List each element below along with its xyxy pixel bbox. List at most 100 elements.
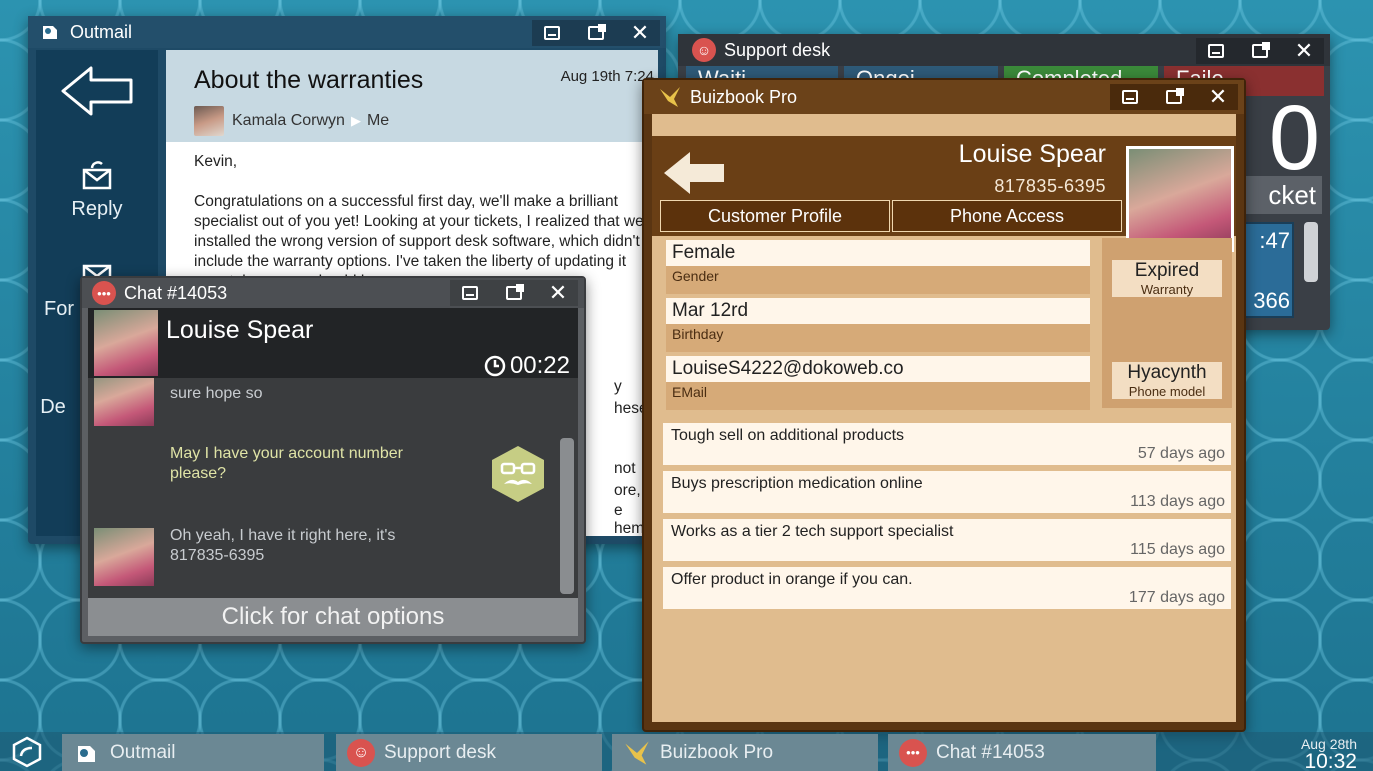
support-desk-icon: ☺ xyxy=(346,738,376,768)
chat-message: sure hope so xyxy=(170,385,263,402)
customer-avatar xyxy=(94,528,154,586)
chat-message: Oh yeah, I have it right here, it's 8178… xyxy=(170,527,396,564)
buizbook-bird-icon xyxy=(622,738,652,768)
support-desk-icon: ☺ xyxy=(692,38,716,62)
tab-phone-access[interactable]: Phone Access xyxy=(892,200,1122,232)
mail-greeting: Kevin, xyxy=(194,153,238,170)
buizbook-content: Louise Spear 817835-6395 Customer Profil… xyxy=(652,114,1236,722)
mail-date: Aug 19th 7:24 xyxy=(560,68,654,85)
birthday-field: Mar 12rd Birthday xyxy=(666,298,1090,352)
taskbar: Outmail ☺ Support desk Buizbook Pro ••• … xyxy=(0,732,1373,771)
close-button[interactable]: ✕ xyxy=(1284,38,1324,64)
support-scrollbar[interactable] xyxy=(1304,222,1318,282)
customer-name: Louise Spear xyxy=(958,140,1106,168)
buizbook-window: Buizbook Pro ✕ Louise Spear 817835-6395 … xyxy=(642,78,1246,732)
maximize-icon xyxy=(588,24,606,40)
chat-title: Chat #14053 xyxy=(124,282,228,303)
birthday-value: Mar 12rd xyxy=(666,298,1090,324)
close-button[interactable]: ✕ xyxy=(620,20,660,46)
chat-timer: 00:22 xyxy=(484,352,570,380)
note-age: 115 days ago xyxy=(1130,541,1225,558)
chat-customer-name: Louise Spear xyxy=(166,316,314,344)
agent-avatar xyxy=(488,444,548,504)
gender-label: Gender xyxy=(666,266,1090,294)
agent-glasses-mustache-icon xyxy=(492,446,544,502)
phone-model-badge: Hyacynth Phone model xyxy=(1112,362,1222,399)
back-button[interactable] xyxy=(36,64,158,124)
gender-field: Female Gender xyxy=(666,240,1090,294)
customer-photo xyxy=(94,310,158,376)
ticket-button[interactable]: cket xyxy=(1236,176,1322,214)
outmail-window-controls: ✕ xyxy=(532,20,660,46)
minimize-icon xyxy=(462,286,478,300)
taskbar-buizbook[interactable]: Buizbook Pro xyxy=(612,734,878,771)
chat-options-button[interactable]: Click for chat options xyxy=(88,598,578,636)
close-button[interactable]: ✕ xyxy=(538,280,578,306)
back-arrow-icon xyxy=(664,152,724,194)
maximize-button[interactable] xyxy=(1240,38,1280,64)
mail-subject: About the warranties xyxy=(194,66,424,94)
arrow-right-icon: ▶ xyxy=(350,113,361,128)
back-button[interactable] xyxy=(662,150,728,201)
mail-text-fragment: not xyxy=(614,460,636,477)
birthday-label: Birthday xyxy=(666,324,1090,352)
ticket-number: 366 xyxy=(1253,288,1290,313)
tab-customer-profile[interactable]: Customer Profile xyxy=(660,200,890,232)
buizbook-titlebar[interactable]: Buizbook Pro ✕ xyxy=(644,80,1244,114)
taskbar-label: Buizbook Pro xyxy=(660,741,774,763)
phone-model-label: Phone model xyxy=(1128,384,1206,399)
support-window-controls: ✕ xyxy=(1196,38,1324,64)
reply-button[interactable]: Reply xyxy=(36,158,158,221)
mail-text-fragment: y xyxy=(614,378,622,395)
taskbar-support-desk[interactable]: ☺ Support desk xyxy=(336,734,602,771)
note-item: Tough sell on additional products 57 day… xyxy=(662,422,1232,466)
warranty-value: Expired xyxy=(1134,260,1200,281)
close-icon: ✕ xyxy=(548,280,568,305)
buizbook-window-controls: ✕ xyxy=(1110,84,1238,110)
clock-time: 10:32 xyxy=(1304,750,1357,771)
support-titlebar[interactable]: ☺ Support desk ✕ xyxy=(678,34,1330,66)
phone-model-value: Hyacynth xyxy=(1127,362,1207,383)
email-label: EMail xyxy=(666,382,1090,410)
chat-scrollbar[interactable] xyxy=(560,438,574,594)
note-text: Works as a tier 2 tech support specialis… xyxy=(671,523,954,540)
minimize-button[interactable] xyxy=(532,20,572,46)
chat-window: ••• Chat #14053 ✕ Louise Spear 00:22 sur… xyxy=(80,276,586,644)
close-button[interactable]: ✕ xyxy=(1198,84,1238,110)
minimize-button[interactable] xyxy=(1196,38,1236,64)
mail-recipient: Me xyxy=(366,112,390,129)
customer-photo xyxy=(1126,146,1234,252)
taskbar-chat[interactable]: ••• Chat #14053 xyxy=(888,734,1156,771)
customer-avatar xyxy=(94,378,154,426)
chat-titlebar[interactable]: ••• Chat #14053 ✕ xyxy=(82,278,584,308)
start-button[interactable] xyxy=(10,736,44,768)
clock-icon xyxy=(484,355,506,377)
maximize-button[interactable] xyxy=(494,280,534,306)
note-text: Buys prescription medication online xyxy=(671,475,923,492)
chat-messages: sure hope so May I have your account num… xyxy=(88,378,578,600)
mail-text-fragment: e xyxy=(614,502,623,519)
minimize-button[interactable] xyxy=(1110,84,1150,110)
buizbook-title: Buizbook Pro xyxy=(690,86,798,107)
minimize-icon xyxy=(1122,90,1138,104)
minimize-button[interactable] xyxy=(450,280,490,306)
support-title: Support desk xyxy=(724,39,831,60)
minimize-icon xyxy=(1208,44,1224,58)
outmail-titlebar[interactable]: Outmail ✕ xyxy=(28,16,666,48)
mail-header: About the warranties Aug 19th 7:24 Kamal… xyxy=(166,50,658,142)
taskbar-outmail[interactable]: Outmail xyxy=(62,734,324,771)
maximize-button[interactable] xyxy=(576,20,616,46)
gender-value: Female xyxy=(666,240,1090,266)
warranty-badge: Expired Warranty xyxy=(1112,260,1222,297)
outmail-app-icon xyxy=(72,738,102,768)
maximize-button[interactable] xyxy=(1154,84,1194,110)
device-info-panel: Expired Warranty Hyacynth Phone model xyxy=(1102,238,1232,408)
customer-phone: 817835-6395 xyxy=(994,176,1106,196)
close-icon: ✕ xyxy=(1294,38,1314,63)
note-age: 177 days ago xyxy=(1128,589,1225,606)
email-field: LouiseS4222@dokoweb.co EMail xyxy=(666,356,1090,410)
customer-notes: Tough sell on additional products 57 day… xyxy=(662,414,1232,744)
note-age: 57 days ago xyxy=(1137,445,1225,462)
note-text: Offer product in orange if you can. xyxy=(671,571,913,588)
sender-avatar xyxy=(194,106,224,136)
